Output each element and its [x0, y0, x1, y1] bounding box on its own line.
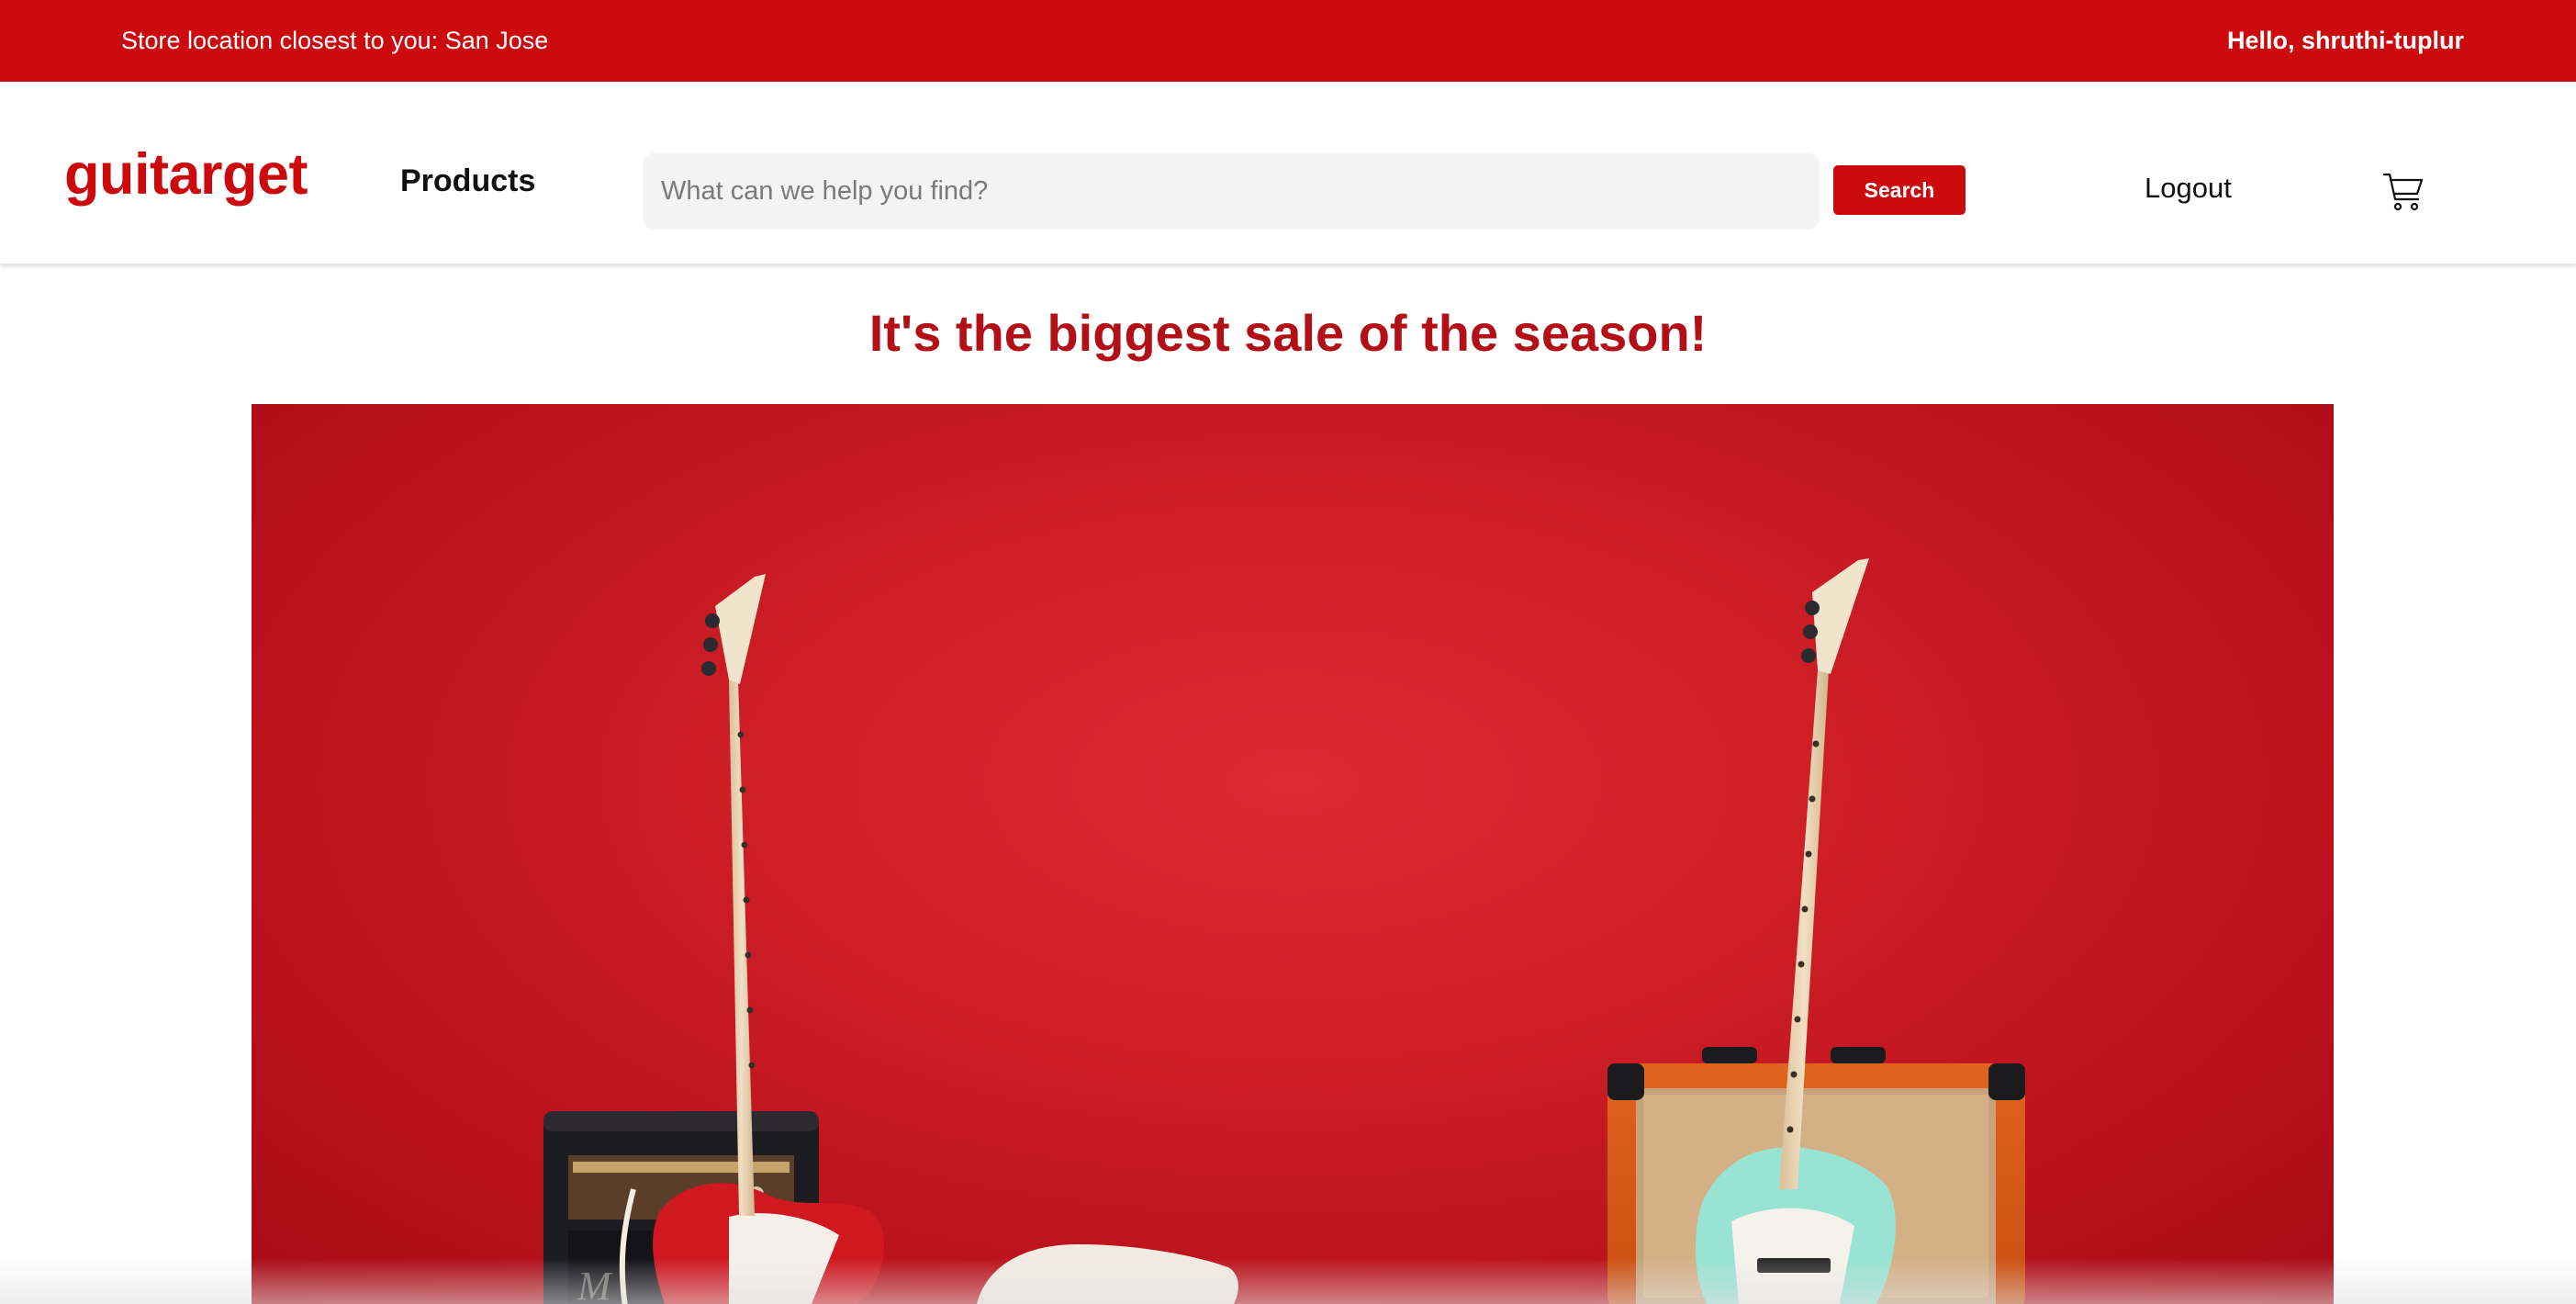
user-greeting: Hello, shruthi-tuplur [2227, 27, 2464, 54]
site-header: guitarget Products Search Logout [0, 82, 2576, 264]
center-white-guitar-graphic [977, 1244, 1238, 1304]
shopping-cart-icon[interactable] [2381, 170, 2425, 214]
sale-headline: It's the biggest sale of the season! [868, 304, 1708, 362]
hero-guitars-image: M [252, 404, 2334, 1304]
store-location-text: Store location closest to you: San Jose [121, 27, 549, 54]
search-input[interactable] [643, 153, 1820, 230]
right-mint-guitar-graphic [1696, 558, 1896, 1304]
search-button[interactable]: Search [1833, 165, 1966, 215]
svg-text:M: M [577, 1264, 613, 1304]
site-logo[interactable]: guitarget [64, 146, 308, 204]
logout-link[interactable]: Logout [2145, 172, 2232, 205]
search-bar [643, 153, 1820, 230]
nav-products-link[interactable]: Products [400, 163, 535, 199]
top-promo-bar: Store location closest to you: San Jose … [0, 0, 2576, 82]
